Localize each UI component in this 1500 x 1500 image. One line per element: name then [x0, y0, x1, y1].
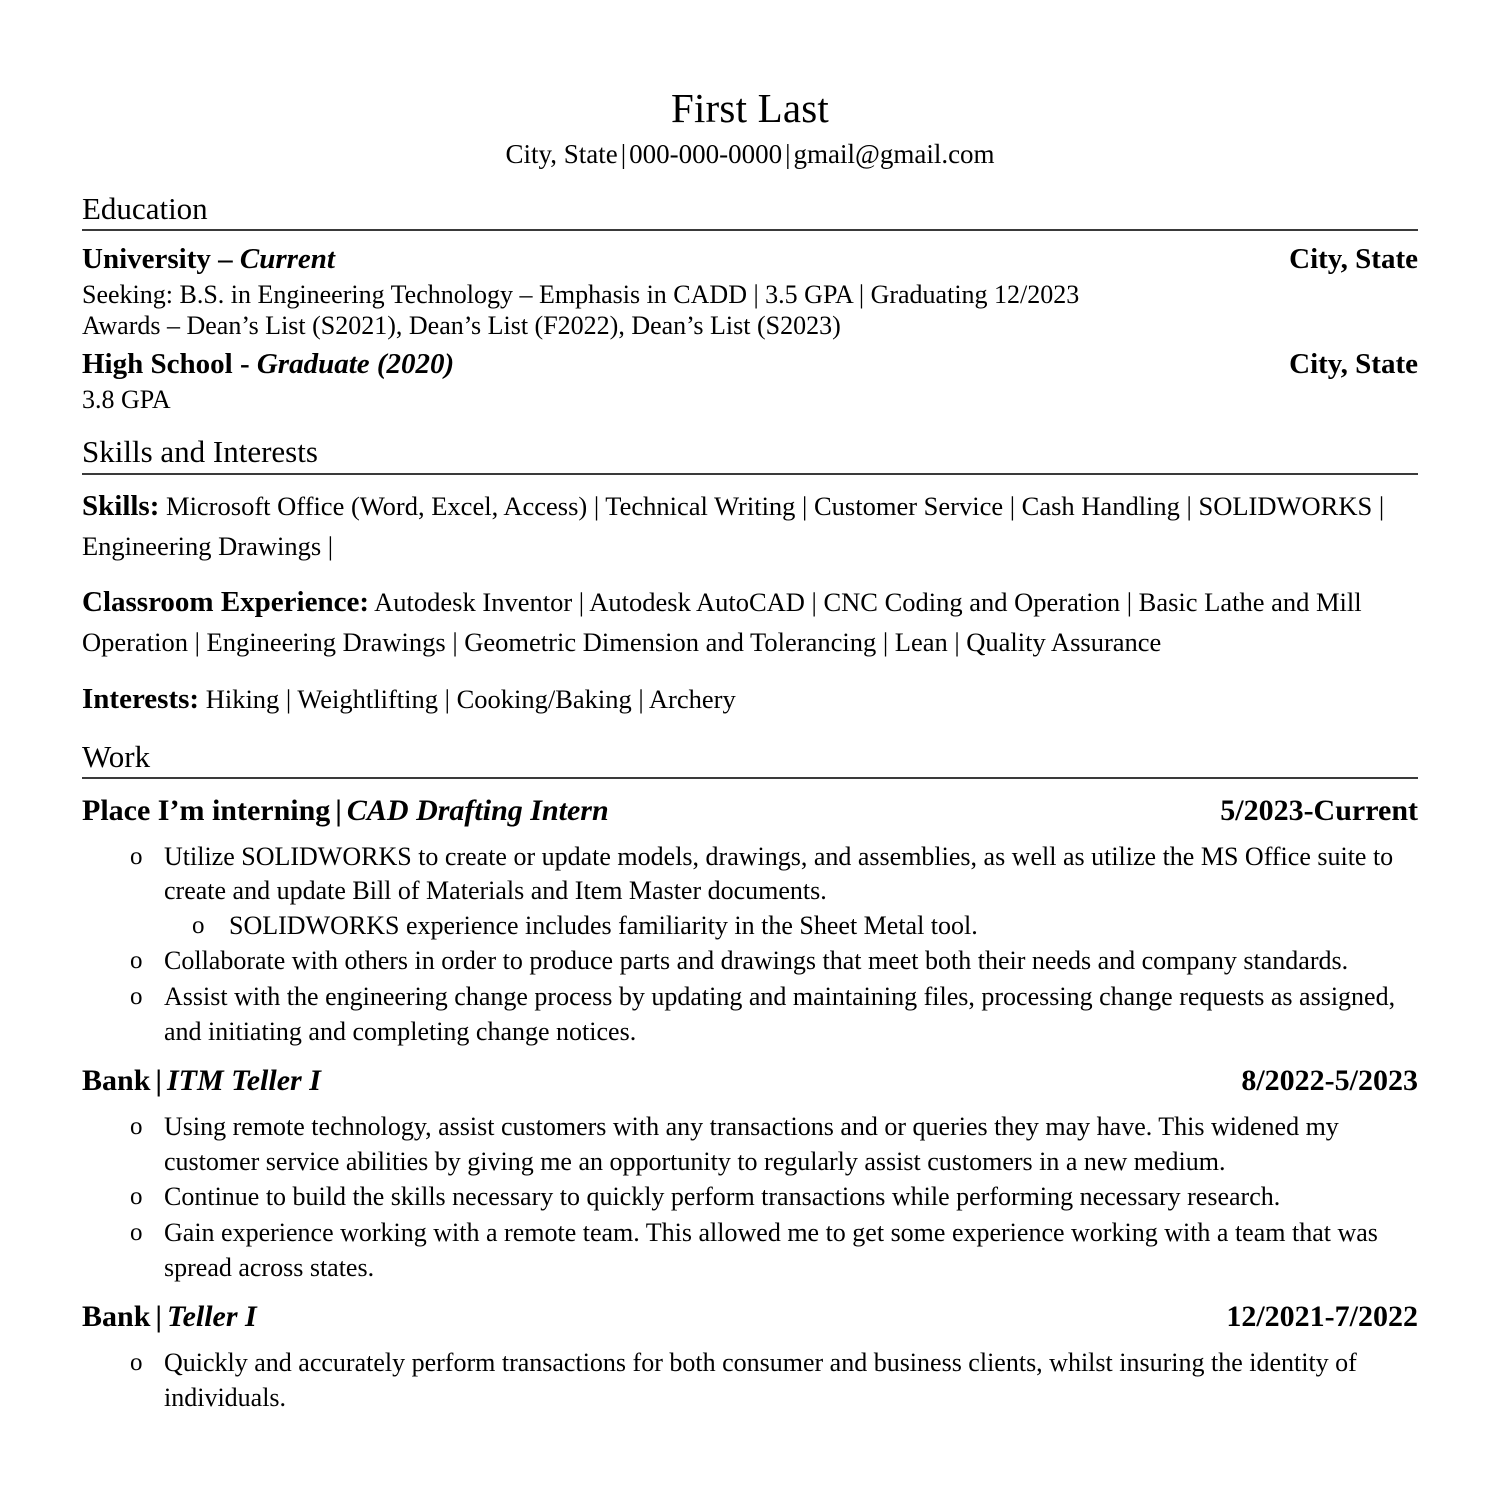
education-dash: -: [239, 347, 250, 380]
work-entry-left: Place I’m interning | CAD Drafting Intern: [82, 791, 609, 830]
section-rule-work: [82, 776, 1418, 779]
work-bullet-text: Quickly and accurately perform transacti…: [164, 1348, 1357, 1412]
education-institution: High School: [82, 347, 233, 380]
bullet-marker-icon: o: [130, 1218, 143, 1246]
contact-separator-2: |: [785, 138, 791, 169]
education-status: Graduate (2020): [256, 347, 455, 380]
education-entry-left: High School - Graduate (2020): [82, 346, 454, 384]
work-bullet-text: Collaborate with others in order to prod…: [164, 946, 1349, 976]
work-entry-head: Bank | ITM Teller I 8/2022-5/2023: [82, 1061, 1418, 1100]
section-work: Work Place I’m interning | CAD Drafting In…: [82, 738, 1418, 1416]
work-bullet-text: Continue to build the skills necessary t…: [164, 1182, 1281, 1212]
education-entry-left: University – Current: [82, 241, 335, 279]
work-title: CAD Drafting Intern: [346, 793, 609, 827]
work-dates: 12/2021-7/2022: [1226, 1300, 1418, 1334]
skills-group: Interests: Hiking | Weightlifting | Cook…: [82, 678, 1418, 720]
education-location: City, State: [1289, 242, 1418, 275]
section-education: Education University – Current City, Sta…: [82, 190, 1418, 416]
education-entry-head: High School - Graduate (2020) City, Stat…: [82, 346, 1418, 384]
work-entry: Bank | ITM Teller I 8/2022-5/2023 o Using …: [82, 1061, 1418, 1285]
bullet-marker-icon: o: [130, 1113, 143, 1141]
work-entry: Place I’m interning | CAD Drafting Intern …: [82, 791, 1418, 1049]
work-bullet-list: o Quickly and accurately perform transac…: [82, 1346, 1418, 1415]
bullet-marker-icon: o: [130, 842, 143, 870]
bullet-marker-icon: o: [130, 1183, 143, 1211]
work-bullet-list: o Using remote technology, assist custom…: [82, 1110, 1418, 1285]
work-entry-head: Place I’m interning | CAD Drafting Intern …: [82, 791, 1418, 830]
contact-location: City, State: [505, 138, 618, 169]
skills-group-label: Interests:: [82, 682, 200, 715]
education-entry-head: University – Current City, State: [82, 241, 1418, 279]
work-bullet: o Using remote technology, assist custom…: [82, 1110, 1418, 1179]
skills-group-label: Classroom Experience:: [82, 586, 369, 619]
work-separator: |: [155, 1300, 162, 1334]
contact-separator-1: |: [620, 138, 627, 169]
work-bullet-text: Using remote technology, assist customer…: [164, 1112, 1339, 1176]
bullet-marker-icon: o: [192, 911, 205, 939]
education-location: City, State: [1289, 347, 1418, 380]
contact-phone: 000-000-0000: [629, 138, 783, 169]
section-rule-skills: [82, 472, 1418, 475]
work-company: Place I’m interning: [82, 793, 331, 827]
education-dash: –: [218, 242, 233, 275]
work-bullet: o Continue to build the skills necessary…: [82, 1180, 1418, 1215]
contact-email[interactable]: gmail@gmail.com: [793, 139, 994, 169]
education-entry: High School - Graduate (2020) City, Stat…: [82, 346, 1418, 415]
work-bullet-text: Gain experience working with a remote te…: [164, 1217, 1378, 1282]
work-sub-bullet-list: o SOLIDWORKS experience includes familia…: [164, 909, 1418, 944]
skills-group-value: Hiking | Weightlifting | Cooking/Baking …: [205, 683, 736, 714]
work-title: ITM Teller I: [167, 1064, 321, 1098]
bullet-marker-icon: o: [130, 983, 143, 1011]
work-bullet-list: o Utilize SOLIDWORKS to create or update…: [82, 840, 1418, 1049]
work-sub-bullet-text: SOLIDWORKS experience includes familiari…: [229, 910, 978, 940]
resume-header: First Last City, State | 000-000-0000 | gmai…: [82, 0, 1418, 172]
education-detail-line: 3.8 GPA: [82, 384, 171, 414]
section-rule-education: [82, 228, 1418, 231]
work-company: Bank: [82, 1064, 151, 1098]
skills-group: Classroom Experience: Autodesk Inventor …: [82, 581, 1418, 661]
work-title: Teller I: [167, 1300, 257, 1334]
skills-group: Skills: Microsoft Office (Word, Excel, A…: [82, 485, 1418, 565]
work-bullet: o Utilize SOLIDWORKS to create or update…: [82, 840, 1418, 944]
work-entry-left: Bank | ITM Teller I: [82, 1061, 321, 1100]
section-title-education: Education: [82, 190, 208, 226]
section-title-skills: Skills and Interests: [82, 434, 318, 470]
work-bullet-text: Assist with the engineering change proce…: [164, 982, 1396, 1046]
work-dates: 5/2023-Current: [1220, 793, 1418, 827]
work-bullet: o Gain experience working with a remote …: [82, 1216, 1418, 1285]
work-sub-bullet: o SOLIDWORKS experience includes familia…: [164, 909, 1418, 944]
work-dates: 8/2022-5/2023: [1241, 1064, 1418, 1098]
work-bullet: o Quickly and accurately perform transac…: [82, 1346, 1418, 1415]
education-detail-line: Seeking: B.S. in Engineering Technology …: [82, 279, 1080, 309]
candidate-name: First Last: [670, 85, 830, 131]
section-skills-and-interests: Skills and Interests Skills: Microsoft O…: [82, 433, 1418, 719]
skills-group-value: Microsoft Office (Word, Excel, Access) |…: [82, 490, 1385, 561]
work-bullet-text: Utilize SOLIDWORKS to create or update m…: [164, 841, 1394, 906]
work-entry-head: Bank | Teller I 12/2021-7/2022: [82, 1297, 1418, 1336]
work-separator: |: [155, 1064, 162, 1098]
bullet-marker-icon: o: [130, 1349, 143, 1377]
resume-page: First Last City, State | 000-000-0000 | gmai…: [0, 0, 1500, 1500]
bullet-marker-icon: o: [130, 947, 143, 975]
work-separator: |: [335, 793, 342, 827]
skills-group-label: Skills:: [82, 489, 160, 522]
work-company: Bank: [82, 1300, 151, 1334]
education-entry: University – Current City, State Seeking…: [82, 241, 1418, 342]
education-status: Current: [239, 242, 335, 275]
work-bullet: o Assist with the engineering change pro…: [82, 980, 1418, 1049]
education-detail-line: Awards – Dean’s List (S2021), Dean’s Lis…: [82, 311, 841, 341]
section-title-work: Work: [82, 738, 151, 774]
education-institution: University: [82, 242, 211, 275]
contact-line: City, State | 000-000-0000 | gmail@gmail.com: [82, 138, 1418, 172]
work-bullet: o Collaborate with others in order to pr…: [82, 944, 1418, 979]
work-entry-left: Bank | Teller I: [82, 1297, 257, 1336]
work-entry: Bank | Teller I 12/2021-7/2022 o Quickly a…: [82, 1297, 1418, 1415]
